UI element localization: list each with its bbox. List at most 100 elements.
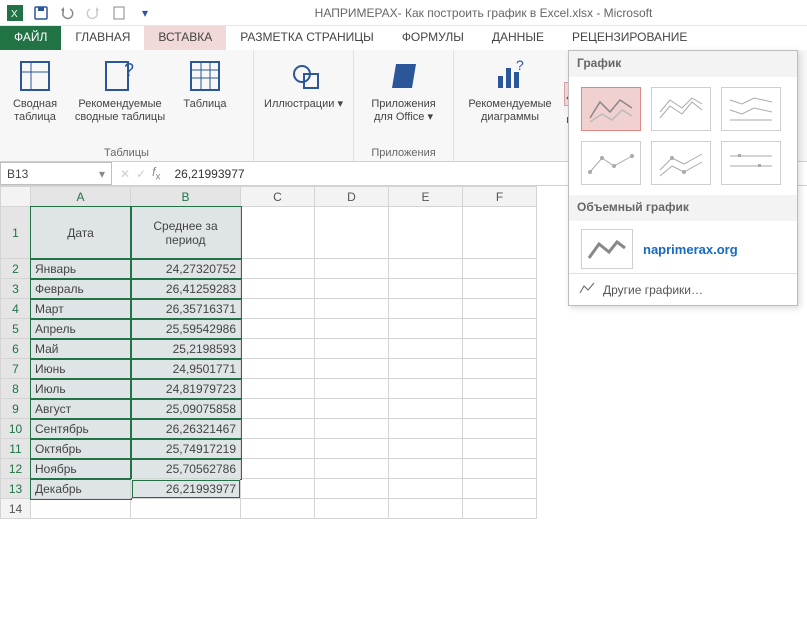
- cell-A9[interactable]: Август: [31, 399, 131, 419]
- row-header[interactable]: 8: [1, 379, 31, 399]
- recommended-pivot-label: Рекомендуемые сводные таблицы: [75, 98, 165, 124]
- cell-B2[interactable]: 24,27320752: [131, 259, 241, 279]
- name-box-value: B13: [7, 167, 28, 181]
- chart-type-3d-line[interactable]: [581, 229, 633, 269]
- row-header[interactable]: 1: [1, 207, 31, 259]
- cell-A3[interactable]: Февраль: [31, 279, 131, 299]
- enter-formula-icon[interactable]: ✓: [136, 167, 146, 181]
- row-header[interactable]: 11: [1, 439, 31, 459]
- new-doc-icon[interactable]: [108, 2, 130, 24]
- row-header[interactable]: 7: [1, 359, 31, 379]
- tab-formulas[interactable]: ФОРМУЛЫ: [388, 26, 478, 50]
- row-header[interactable]: 3: [1, 279, 31, 299]
- recommended-pivot-icon: ?: [102, 58, 138, 94]
- cell-A8[interactable]: Июль: [31, 379, 131, 399]
- tab-data[interactable]: ДАННЫЕ: [478, 26, 558, 50]
- save-icon[interactable]: [30, 2, 52, 24]
- redo-icon[interactable]: [82, 2, 104, 24]
- tab-layout[interactable]: РАЗМЕТКА СТРАНИЦЫ: [226, 26, 388, 50]
- cell-B12[interactable]: 25,70562786: [131, 459, 241, 479]
- cell-A13[interactable]: Декабрь: [31, 479, 131, 499]
- group-label-tables: Таблицы: [6, 147, 247, 161]
- row-header[interactable]: 10: [1, 419, 31, 439]
- cell-A11[interactable]: Октябрь: [31, 439, 131, 459]
- table-button[interactable]: Таблица: [176, 52, 234, 111]
- chart-type-100pct-line[interactable]: [721, 87, 781, 131]
- ribbon-tabs: ФАЙЛ ГЛАВНАЯ ВСТАВКА РАЗМЕТКА СТРАНИЦЫ Ф…: [0, 26, 807, 50]
- svg-text:?: ?: [124, 60, 134, 80]
- select-all-corner[interactable]: [1, 187, 31, 207]
- chart-type-stacked-line-markers[interactable]: [651, 141, 711, 185]
- office-apps-label: Приложения для Office ▾: [371, 98, 435, 124]
- pivot-table-label: Сводная таблица: [13, 98, 57, 124]
- cancel-formula-icon[interactable]: ✕: [120, 167, 130, 181]
- row-header[interactable]: 14: [1, 499, 31, 519]
- chart-panel-header-3d: Объемный график: [569, 195, 797, 221]
- tab-insert[interactable]: ВСТАВКА: [144, 26, 226, 50]
- cell-A7[interactable]: Июнь: [31, 359, 131, 379]
- tab-review[interactable]: РЕЦЕНЗИРОВАНИЕ: [558, 26, 701, 50]
- cell-A2[interactable]: Январь: [31, 259, 131, 279]
- col-header-B[interactable]: B: [131, 187, 241, 207]
- cell-B13[interactable]: 26,21993977: [131, 479, 241, 499]
- col-header-A[interactable]: A: [31, 187, 131, 207]
- cell-B10[interactable]: 26,26321467: [131, 419, 241, 439]
- office-apps-button[interactable]: Приложения для Office ▾: [360, 52, 447, 124]
- undo-icon[interactable]: [56, 2, 78, 24]
- col-header-D[interactable]: D: [315, 187, 389, 207]
- fx-icon[interactable]: fx: [152, 165, 160, 182]
- svg-text:X: X: [11, 9, 18, 20]
- row-header[interactable]: 4: [1, 299, 31, 319]
- col-header-C[interactable]: C: [241, 187, 315, 207]
- shapes-icon: [286, 58, 322, 94]
- recommended-charts-icon: ?: [492, 58, 528, 94]
- more-charts-icon: [579, 281, 595, 298]
- cell-B8[interactable]: 24,81979723: [131, 379, 241, 399]
- more-line-charts[interactable]: Другие графики…: [569, 273, 797, 305]
- cell-A12[interactable]: Ноябрь: [31, 459, 131, 479]
- cell-B11[interactable]: 25,74917219: [131, 439, 241, 459]
- col-header-E[interactable]: E: [389, 187, 463, 207]
- chart-type-100pct-line-markers[interactable]: [721, 141, 781, 185]
- recommended-pivot-button[interactable]: ? Рекомендуемые сводные таблицы: [68, 52, 172, 124]
- cell-A4[interactable]: Март: [31, 299, 131, 319]
- col-header-F[interactable]: F: [463, 187, 537, 207]
- cell-B9[interactable]: 25,09075858: [131, 399, 241, 419]
- recommended-charts-button[interactable]: ? Рекомендуемые диаграммы: [460, 52, 560, 124]
- cell-B7[interactable]: 24,9501771: [131, 359, 241, 379]
- tab-home[interactable]: ГЛАВНАЯ: [61, 26, 144, 50]
- cell-B1[interactable]: Среднее за период: [131, 207, 241, 259]
- row-header[interactable]: 6: [1, 339, 31, 359]
- apps-icon: [386, 58, 422, 94]
- cell-B4[interactable]: 26,35716371: [131, 299, 241, 319]
- qat-more-icon[interactable]: ▾: [134, 2, 156, 24]
- row-header[interactable]: 2: [1, 259, 31, 279]
- watermark-text: naprimerax.org: [643, 242, 738, 257]
- row-header[interactable]: 9: [1, 399, 31, 419]
- row-header[interactable]: 12: [1, 459, 31, 479]
- illustrations-button[interactable]: Иллюстрации ▾: [260, 52, 347, 111]
- chart-type-stacked-line[interactable]: [651, 87, 711, 131]
- table-icon: [187, 58, 223, 94]
- tab-file[interactable]: ФАЙЛ: [0, 26, 61, 50]
- chart-type-line-markers[interactable]: [581, 141, 641, 185]
- cell-A1[interactable]: Дата: [31, 207, 131, 259]
- chart-type-line[interactable]: [581, 87, 641, 131]
- cell-B5[interactable]: 25,59542986: [131, 319, 241, 339]
- name-box-dropdown-icon[interactable]: ▾: [99, 167, 105, 181]
- cell-A5[interactable]: Апрель: [31, 319, 131, 339]
- row-header[interactable]: 5: [1, 319, 31, 339]
- name-box[interactable]: B13 ▾: [0, 162, 112, 185]
- cell-A6[interactable]: Май: [31, 339, 131, 359]
- excel-logo-icon[interactable]: X: [4, 2, 26, 24]
- cell-B3[interactable]: 26,41259283: [131, 279, 241, 299]
- window-title: НАПРИМЕРАХ- Как построить график в Excel…: [160, 6, 807, 20]
- more-charts-label: Другие графики…: [603, 283, 703, 297]
- pivot-table-button[interactable]: Сводная таблица: [6, 52, 64, 124]
- row-header[interactable]: 13: [1, 479, 31, 499]
- worksheet-grid[interactable]: A B C D E F 1 Дата Среднее за период 2Ян…: [0, 186, 537, 519]
- group-label-apps: Приложения: [360, 147, 447, 161]
- cell-A10[interactable]: Сентябрь: [31, 419, 131, 439]
- cell-B6[interactable]: 25,2198593: [131, 339, 241, 359]
- pivot-table-icon: [17, 58, 53, 94]
